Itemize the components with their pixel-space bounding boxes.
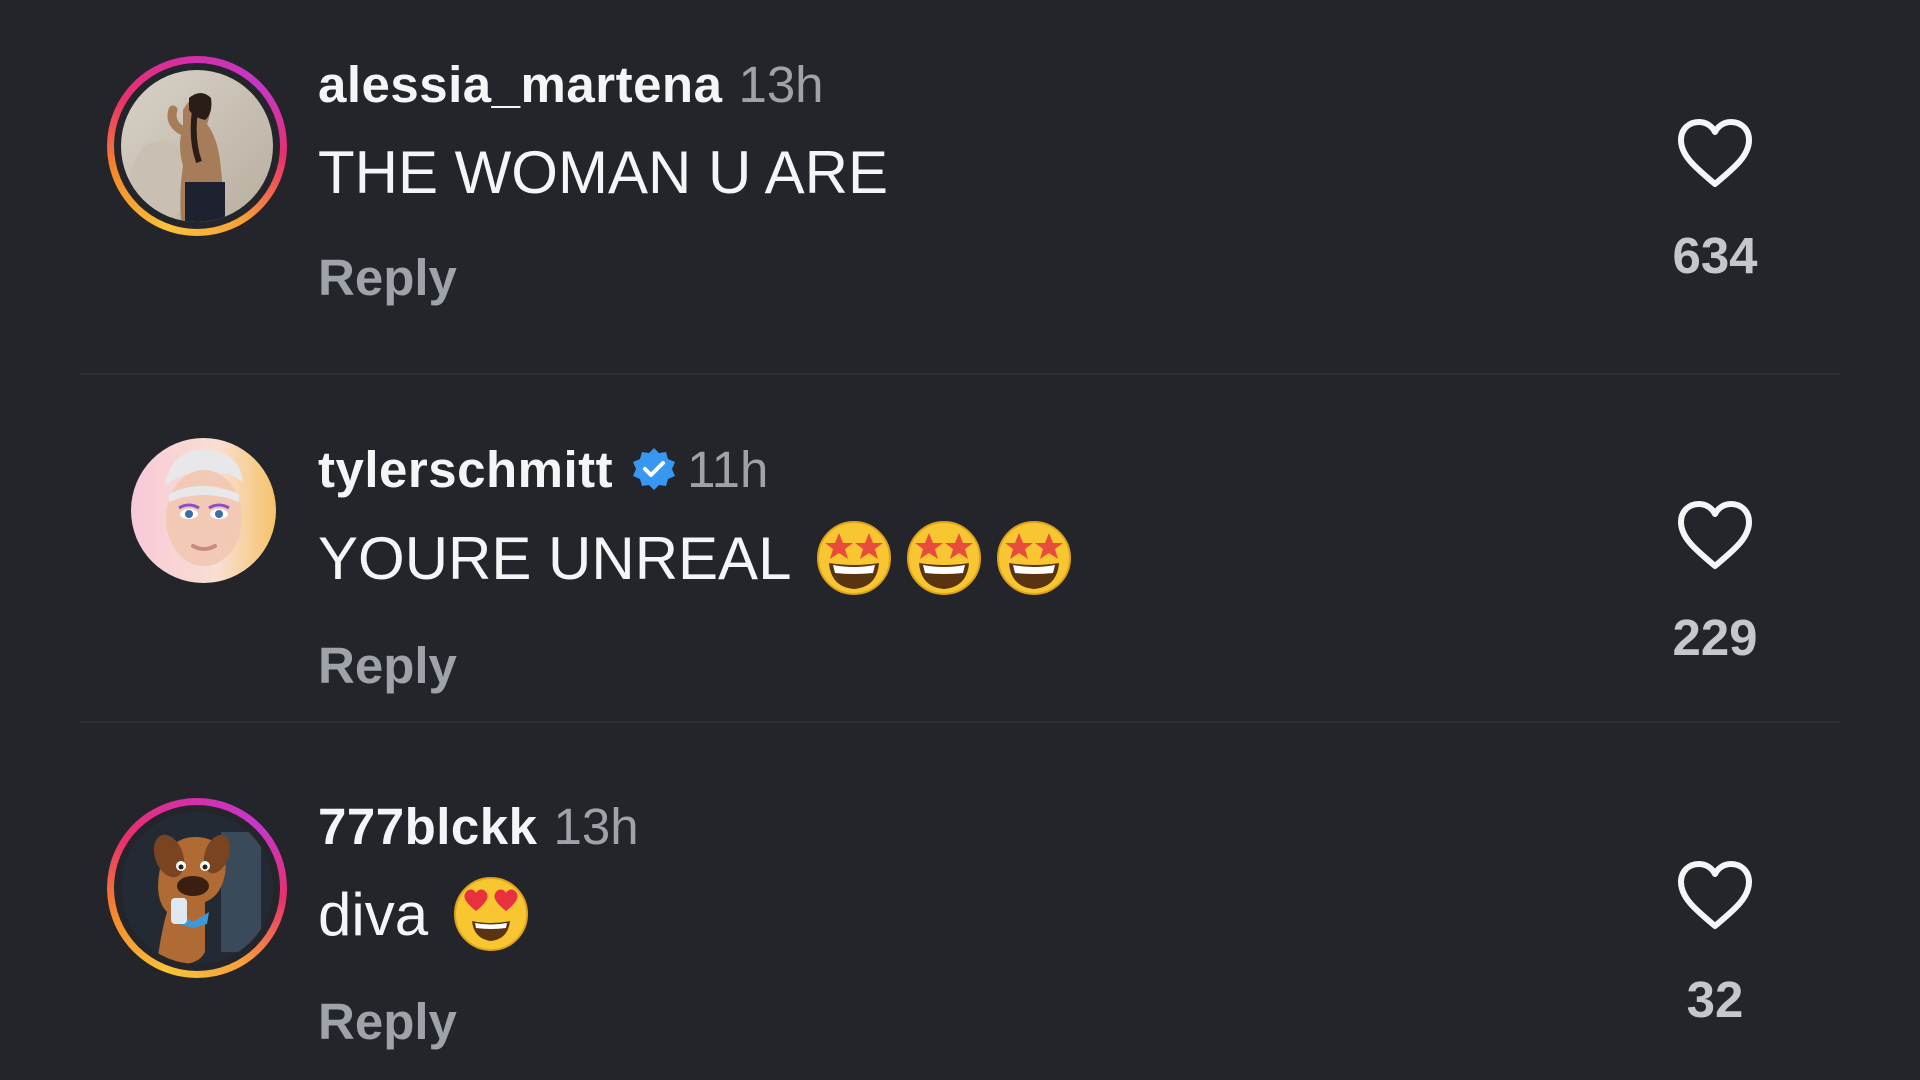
timestamp: 13h: [553, 797, 639, 855]
comment-item: 777blckk 13h diva Reply 32: [0, 0, 1920, 1080]
heart-eyes-emoji: [454, 877, 529, 951]
avatar-photo: [121, 812, 273, 964]
heart-outline-icon: [1678, 861, 1752, 929]
comment-text-content: diva: [318, 880, 429, 948]
avatar[interactable]: [107, 798, 287, 978]
like-count: 32: [1686, 971, 1744, 1028]
like-button[interactable]: [1676, 860, 1754, 932]
comment-header: 777blckk 13h: [318, 796, 639, 856]
reply-button[interactable]: Reply: [318, 992, 457, 1051]
username[interactable]: 777blckk: [318, 797, 538, 856]
comment-text: diva: [318, 872, 530, 956]
